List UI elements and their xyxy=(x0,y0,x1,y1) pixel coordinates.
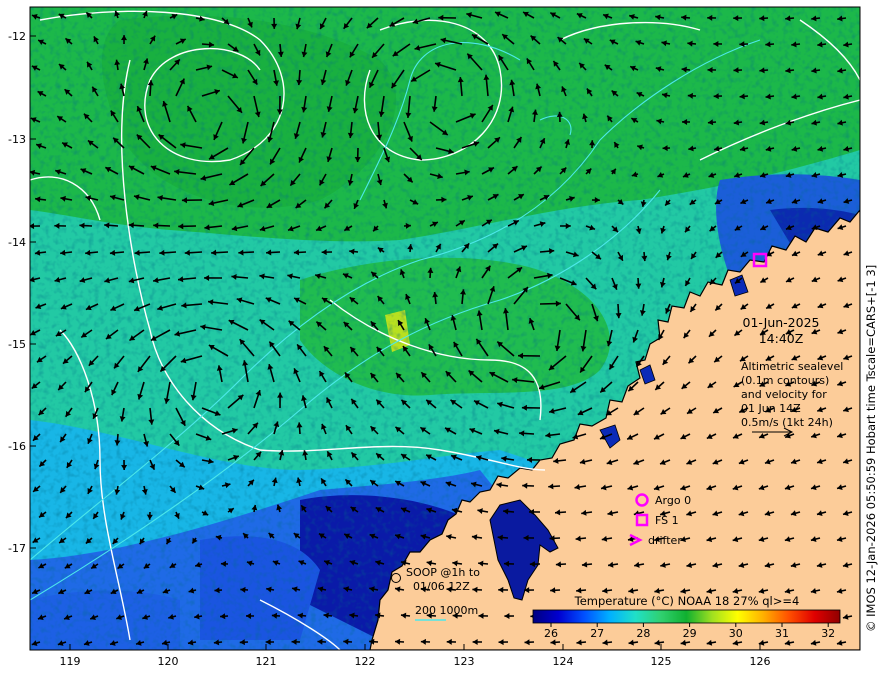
colorbar-title: Temperature (°C) NOAA 18 27% ql>=4 xyxy=(574,594,800,608)
colorbar-tick-label: 29 xyxy=(683,627,697,640)
sst-map: -12 -13 -14 -15 -16 -17 119 120 121 122 … xyxy=(8,6,861,668)
side-credit: © IMOS 12-Jan-2026 05:50:59 Hobart time … xyxy=(864,265,878,632)
colorbar-tick-label: 31 xyxy=(775,627,789,640)
lon-tick-label: 125 xyxy=(651,655,672,668)
lon-tick-label: 120 xyxy=(158,655,179,668)
lat-tick-label: -17 xyxy=(8,542,26,555)
lon-tick-label: 121 xyxy=(256,655,277,668)
colorbar-tick-label: 27 xyxy=(590,627,604,640)
time-label: 14:40Z xyxy=(759,331,804,346)
altimetry-line-1: Altimetric sealevel xyxy=(741,360,843,373)
drifter-legend-label: drifter xyxy=(648,534,682,547)
colorbar-tick-label: 28 xyxy=(636,627,650,640)
soop-line-2: 01/06 12Z xyxy=(413,580,470,593)
date-label: 01-Jun-2025 xyxy=(743,315,820,330)
lat-tick-label: -13 xyxy=(8,133,26,146)
argo-legend-label: Argo 0 xyxy=(655,494,691,507)
altimetry-line-3: and velocity for xyxy=(741,388,827,401)
isobath-label: 200 1000m xyxy=(415,604,478,617)
lon-tick-label: 123 xyxy=(454,655,475,668)
lat-tick-label: -12 xyxy=(8,30,26,43)
fs-legend-label: FS 1 xyxy=(655,514,679,527)
altimetry-line-4: 01 Jun 14Z xyxy=(741,402,801,415)
credit-text: © IMOS 12-Jan-2026 05:50:59 Hobart time … xyxy=(864,265,878,632)
lon-tick-label: 122 xyxy=(355,655,376,668)
lon-tick-label: 126 xyxy=(750,655,771,668)
soop-line-1: SOOP @1h to xyxy=(406,566,480,579)
altimetry-line-2: (0.1m contours) xyxy=(741,374,829,387)
colorbar-tick-label: 26 xyxy=(544,627,558,640)
velocity-scale-label: 0.5m/s (1kt 24h) xyxy=(741,416,833,429)
colorbar-tick-label: 30 xyxy=(729,627,743,640)
lon-tick-label: 124 xyxy=(553,655,574,668)
lon-tick-label: 119 xyxy=(60,655,81,668)
lat-tick-label: -14 xyxy=(8,236,26,249)
colorbar-tick-label: 32 xyxy=(821,627,835,640)
lat-tick-label: -15 xyxy=(8,338,26,351)
colorbar xyxy=(532,609,841,624)
lat-tick-label: -16 xyxy=(8,440,26,453)
